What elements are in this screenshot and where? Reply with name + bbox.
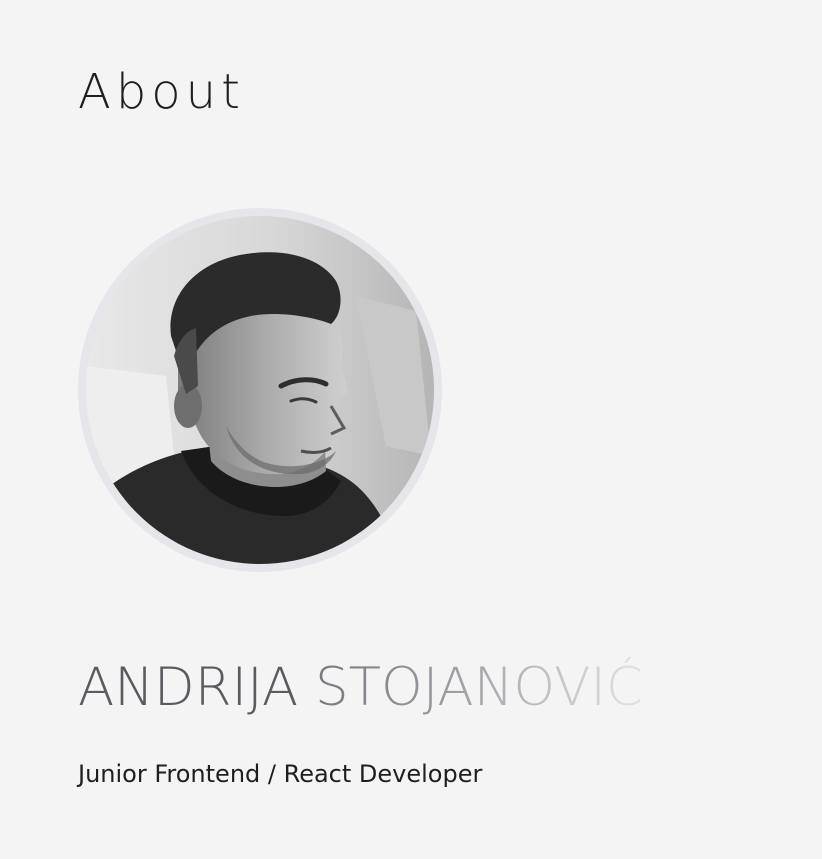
job-title: Junior Frontend / React Developer xyxy=(78,760,483,788)
first-name: ANDRIJA xyxy=(78,657,299,718)
profile-name: ANDRIJA STOJANOVIĆ xyxy=(78,654,643,722)
profile-photo xyxy=(86,216,434,564)
last-name: STOJANOVIĆ xyxy=(315,657,644,718)
section-title: About xyxy=(78,64,245,120)
profile-photo-illustration xyxy=(86,216,434,564)
